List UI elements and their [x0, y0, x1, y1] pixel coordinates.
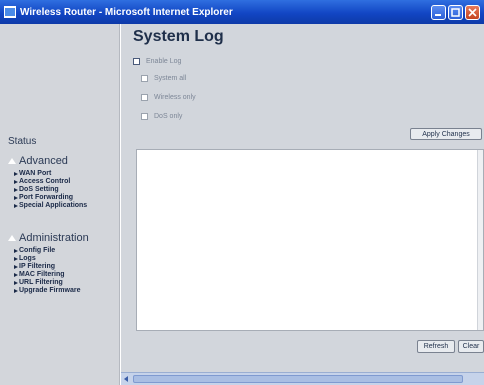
horizontal-scrollbar[interactable] [121, 372, 484, 385]
window-titlebar: Wireless Router - Microsoft Internet Exp… [0, 0, 484, 24]
sidebar-item-label: WAN Port [19, 170, 52, 177]
enable-log-row: Enable Log [133, 58, 181, 65]
sidebar-item-special-applications[interactable]: Special Applications [14, 202, 87, 210]
dos-only-checkbox[interactable] [141, 113, 148, 120]
enable-log-label: Enable Log [146, 58, 182, 65]
sidebar-item-label: MAC Filtering [19, 271, 65, 278]
sidebar-item-wan-port[interactable]: WAN Port [14, 170, 87, 178]
sidebar-group-advanced[interactable]: Advanced [8, 155, 68, 167]
system-all-label: System all [154, 75, 187, 82]
close-icon [468, 7, 477, 17]
arrow-icon [14, 289, 18, 293]
wireless-only-checkbox[interactable] [141, 94, 148, 101]
arrow-icon [14, 188, 18, 192]
system-all-checkbox[interactable] [141, 75, 148, 82]
apply-changes-button[interactable]: Apply Changes [410, 128, 482, 140]
refresh-button[interactable]: Refresh [417, 340, 455, 353]
scroll-thumb[interactable] [133, 375, 463, 383]
sidebar-item-config-file[interactable]: Config File [14, 247, 80, 255]
arrow-icon [14, 273, 18, 277]
enable-log-checkbox[interactable] [133, 58, 140, 65]
arrow-icon [14, 249, 18, 253]
log-vertical-scrollbar[interactable] [477, 150, 483, 330]
maximize-icon [451, 7, 460, 17]
sidebar-group-administration[interactable]: Administration [8, 232, 89, 244]
sidebar-item-access-control[interactable]: Access Control [14, 178, 87, 186]
administration-menu: Config File Logs IP Filtering MAC Filter… [14, 247, 80, 295]
sidebar-status-link[interactable]: Status [8, 136, 36, 147]
clear-button[interactable]: Clear [458, 340, 484, 353]
window-title: Wireless Router - Microsoft Internet Exp… [20, 6, 233, 18]
sidebar-item-label: Config File [19, 247, 56, 254]
sidebar-item-mac-filtering[interactable]: MAC Filtering [14, 271, 80, 279]
arrow-icon [14, 180, 18, 184]
advanced-menu: WAN Port Access Control DoS Setting Port… [14, 170, 87, 210]
sidebar-item-label: Special Applications [19, 202, 88, 209]
arrow-icon [14, 257, 18, 261]
log-textarea[interactable] [136, 149, 484, 331]
sidebar-item-label: URL Filtering [19, 279, 63, 286]
dos-only-row: DoS only [141, 113, 182, 120]
wireless-only-label: Wireless only [154, 94, 196, 101]
sidebar-item-port-forwarding[interactable]: Port Forwarding [14, 194, 87, 202]
sidebar-item-upgrade-firmware[interactable]: Upgrade Firmware [14, 287, 80, 295]
minimize-button[interactable] [431, 4, 446, 20]
wireless-only-row: Wireless only [141, 94, 196, 101]
sidebar-item-label: Port Forwarding [19, 194, 74, 201]
maximize-button[interactable] [448, 4, 463, 20]
sidebar: Status Advanced WAN Port Access Control … [0, 24, 120, 385]
system-all-row: System all [141, 75, 186, 82]
dos-only-label: DoS only [154, 113, 183, 120]
collapse-triangle-icon [8, 158, 16, 164]
sidebar-group-label: Administration [19, 232, 89, 244]
minimize-icon [435, 13, 441, 16]
sidebar-group-label: Advanced [19, 155, 68, 167]
sidebar-item-label: Upgrade Firmware [19, 287, 81, 294]
arrow-icon [14, 196, 18, 200]
sidebar-item-logs[interactable]: Logs [14, 255, 80, 263]
arrow-icon [14, 204, 18, 208]
page-title: System Log [133, 28, 224, 45]
sidebar-item-url-filtering[interactable]: URL Filtering [14, 279, 80, 287]
sidebar-item-ip-filtering[interactable]: IP Filtering [14, 263, 80, 271]
collapse-triangle-icon [8, 235, 16, 241]
arrow-icon [14, 172, 18, 176]
sidebar-item-label: IP Filtering [19, 263, 56, 270]
sidebar-item-label: DoS Setting [19, 186, 59, 193]
close-button[interactable] [465, 4, 480, 20]
arrow-icon [14, 281, 18, 285]
sidebar-item-label: Logs [19, 255, 36, 262]
arrow-icon [14, 265, 18, 269]
sidebar-item-dos-setting[interactable]: DoS Setting [14, 186, 87, 194]
browser-icon [4, 6, 16, 18]
main-panel: System Log Enable Log System all Wireles… [121, 24, 484, 385]
scroll-left-icon[interactable] [124, 376, 128, 382]
sidebar-item-label: Access Control [19, 178, 71, 185]
